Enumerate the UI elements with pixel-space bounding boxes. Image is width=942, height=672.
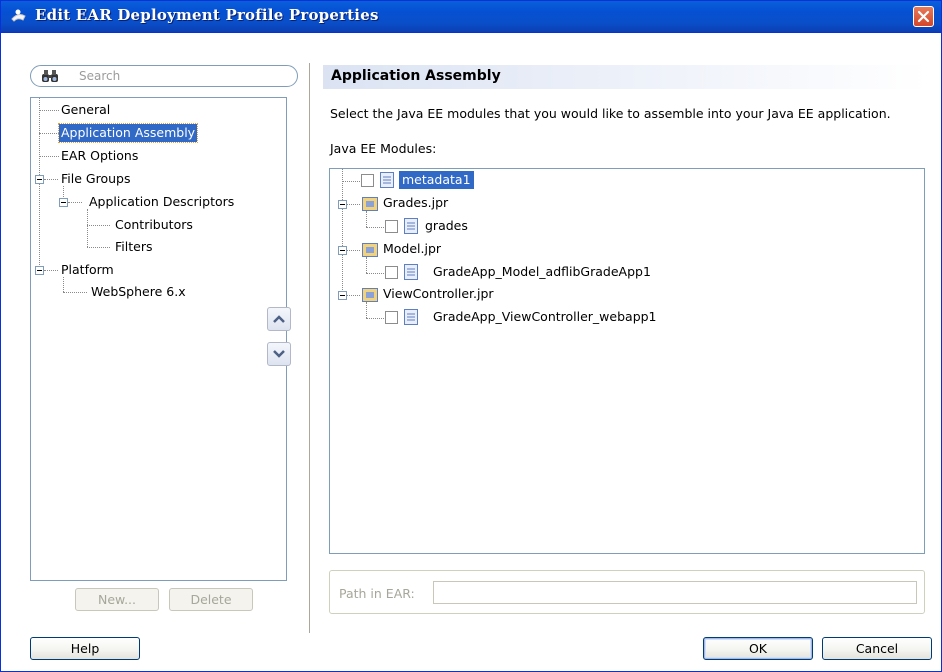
project-model[interactable]: Model.jpr [383, 240, 441, 258]
tree-line [87, 247, 110, 248]
collapse-toggle-model[interactable] [338, 246, 347, 255]
checkbox-grades[interactable] [385, 220, 398, 233]
tree-line [63, 292, 87, 293]
title-bar[interactable]: Edit EAR Deployment Profile Properties [1, 1, 941, 33]
close-button[interactable] [913, 6, 934, 27]
nav-tree[interactable]: General Application Assembly EAR Options… [30, 97, 287, 581]
move-down-button[interactable] [267, 342, 291, 366]
delete-button[interactable]: Delete [169, 588, 253, 611]
tree-line [342, 169, 343, 296]
collapse-toggle-file-groups[interactable] [35, 175, 44, 184]
collapse-toggle-platform[interactable] [35, 266, 44, 275]
folder-icon [362, 242, 378, 260]
tree-line [39, 133, 59, 134]
help-button[interactable]: Help [30, 637, 140, 660]
collapse-toggle-viewcontroller[interactable] [338, 291, 347, 300]
tree-line [44, 179, 58, 180]
page-title: Application Assembly [331, 68, 501, 84]
new-button[interactable]: New... [75, 588, 159, 611]
path-in-ear-label: Path in EAR: [339, 586, 415, 601]
search-box[interactable]: Search [30, 65, 298, 87]
tree-line [63, 277, 64, 292]
ok-button[interactable]: OK [703, 637, 813, 660]
path-in-ear-input[interactable] [433, 581, 917, 604]
page-heading: Application Assembly [323, 65, 929, 89]
binoculars-icon [41, 69, 59, 86]
tree-line [39, 110, 59, 111]
module-viewcontroller-webapp[interactable]: GradeApp_ViewController_webapp1 [433, 308, 657, 326]
tree-line [347, 295, 360, 296]
tree-line [39, 98, 40, 271]
panel-description: Select the Java EE modules that you woul… [330, 106, 891, 121]
nav-item-websphere[interactable]: WebSphere 6.x [91, 283, 186, 301]
tree-line [87, 225, 110, 226]
tree-line [68, 202, 82, 203]
collapse-toggle-app-descriptors[interactable] [59, 198, 68, 207]
nav-item-contributors[interactable]: Contributors [115, 216, 193, 234]
nav-item-ear-options[interactable]: EAR Options [61, 147, 138, 165]
nav-item-filters[interactable]: Filters [115, 238, 152, 256]
tree-line [347, 204, 360, 205]
jdeveloper-icon [10, 8, 27, 25]
cancel-button[interactable]: Cancel [822, 637, 932, 660]
checkbox-metadata1[interactable] [361, 174, 374, 187]
file-icon [404, 218, 418, 237]
folder-icon [362, 287, 378, 305]
tree-line [87, 209, 88, 247]
nav-item-file-groups[interactable]: File Groups [61, 170, 130, 188]
tree-line [347, 250, 360, 251]
tree-line [366, 273, 384, 274]
checkbox-model-adflib[interactable] [385, 266, 398, 279]
tree-line [342, 181, 360, 182]
nav-item-general[interactable]: General [61, 101, 110, 119]
collapse-toggle-grades[interactable] [338, 200, 347, 209]
dialog-window: Edit EAR Deployment Profile Properties S… [0, 0, 942, 672]
modules-tree[interactable]: metadata1 Grades.jpr grades Model.jpr Gr… [329, 168, 925, 554]
modules-label: Java EE Modules: [330, 141, 437, 156]
nav-item-platform[interactable]: Platform [61, 261, 114, 279]
panel-divider [309, 63, 313, 633]
project-viewcontroller[interactable]: ViewController.jpr [383, 285, 494, 303]
file-icon [404, 309, 418, 328]
tree-line [39, 156, 59, 157]
project-grades[interactable]: Grades.jpr [383, 194, 448, 212]
checkbox-viewcontroller-webapp[interactable] [385, 311, 398, 324]
nav-item-application-descriptors[interactable]: Application Descriptors [89, 193, 234, 211]
module-metadata1[interactable]: metadata1 [399, 171, 474, 189]
module-model-adflib[interactable]: GradeApp_Model_adflibGradeApp1 [433, 263, 651, 281]
search-input[interactable]: Search [79, 69, 120, 83]
window-title: Edit EAR Deployment Profile Properties [35, 6, 379, 24]
file-icon [380, 172, 394, 191]
tree-line [44, 270, 58, 271]
move-up-button[interactable] [267, 307, 291, 331]
nav-item-application-assembly[interactable]: Application Assembly [57, 123, 199, 143]
tree-line [366, 318, 384, 319]
module-grades[interactable]: grades [425, 217, 468, 235]
file-icon [404, 264, 418, 283]
tree-line [366, 227, 384, 228]
folder-icon [362, 196, 378, 214]
